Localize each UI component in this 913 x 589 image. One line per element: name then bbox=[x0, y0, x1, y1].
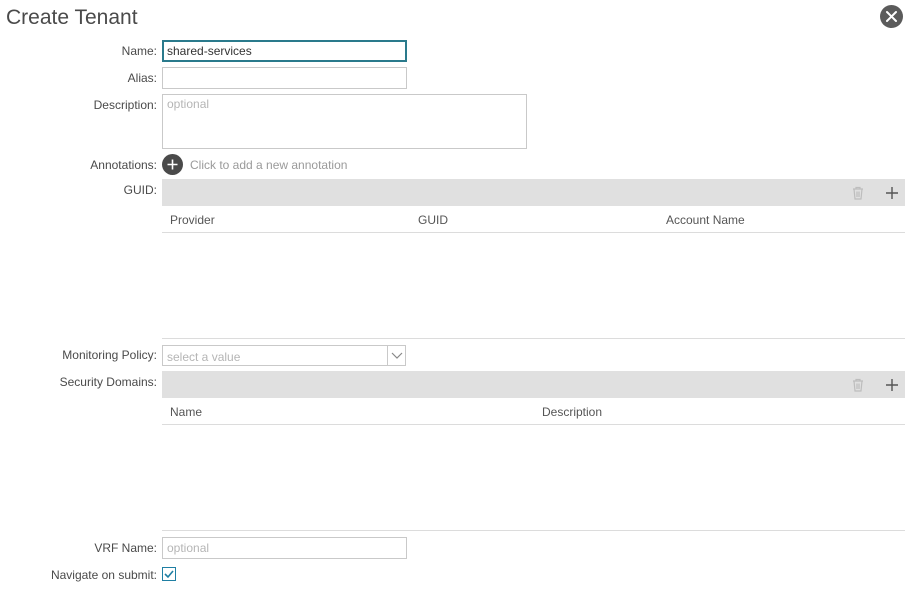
guid-delete-button[interactable] bbox=[850, 185, 866, 201]
navigate-on-submit-checkbox[interactable] bbox=[162, 567, 176, 581]
monitoring-policy-label: Monitoring Policy: bbox=[62, 348, 157, 362]
vrf-name-label: VRF Name: bbox=[94, 541, 157, 555]
security-domains-column-description[interactable]: Description bbox=[542, 404, 602, 420]
guid-toolbar bbox=[162, 179, 905, 206]
monitoring-policy-placeholder: select a value bbox=[167, 350, 241, 364]
annotations-label: Annotations: bbox=[90, 158, 157, 172]
guid-table-bottom-divider bbox=[162, 338, 905, 339]
guid-label: GUID: bbox=[123, 183, 157, 197]
guid-column-account-name[interactable]: Account Name bbox=[666, 212, 745, 228]
navigate-on-submit-label: Navigate on submit: bbox=[50, 568, 157, 582]
alias-label: Alias: bbox=[127, 71, 157, 85]
close-icon bbox=[886, 11, 897, 22]
vrf-name-input[interactable] bbox=[162, 537, 407, 559]
chevron-down-icon bbox=[391, 352, 403, 359]
trash-icon bbox=[853, 378, 863, 392]
close-button[interactable] bbox=[880, 5, 903, 28]
guid-column-provider[interactable]: Provider bbox=[170, 212, 215, 228]
checkmark-icon bbox=[164, 570, 174, 579]
dialog-title: Create Tenant bbox=[6, 6, 138, 29]
alias-input[interactable] bbox=[162, 67, 407, 89]
description-textarea[interactable] bbox=[162, 94, 527, 149]
name-label: Name: bbox=[121, 44, 157, 58]
monitoring-policy-select[interactable]: select a value bbox=[162, 345, 406, 366]
security-domains-delete-button[interactable] bbox=[850, 377, 866, 393]
security-domains-header-divider bbox=[162, 424, 905, 425]
security-domains-toolbar bbox=[162, 371, 905, 398]
description-label: Description: bbox=[93, 98, 157, 112]
name-input[interactable] bbox=[162, 40, 407, 62]
guid-column-guid[interactable]: GUID bbox=[418, 212, 448, 228]
add-annotation-link[interactable]: Click to add a new annotation bbox=[190, 157, 347, 173]
add-annotation-button[interactable] bbox=[162, 154, 183, 175]
guid-add-button[interactable] bbox=[884, 185, 900, 201]
security-domains-add-button[interactable] bbox=[884, 377, 900, 393]
security-domains-column-name[interactable]: Name bbox=[170, 404, 202, 420]
dropdown-toggle[interactable] bbox=[387, 346, 405, 365]
security-domains-label: Security Domains: bbox=[59, 375, 157, 389]
plus-icon bbox=[886, 379, 898, 391]
plus-circle-icon bbox=[167, 159, 178, 170]
trash-icon bbox=[853, 186, 863, 200]
security-domains-table-bottom-divider bbox=[162, 530, 905, 531]
guid-header-divider bbox=[162, 232, 905, 233]
plus-icon bbox=[886, 187, 898, 199]
